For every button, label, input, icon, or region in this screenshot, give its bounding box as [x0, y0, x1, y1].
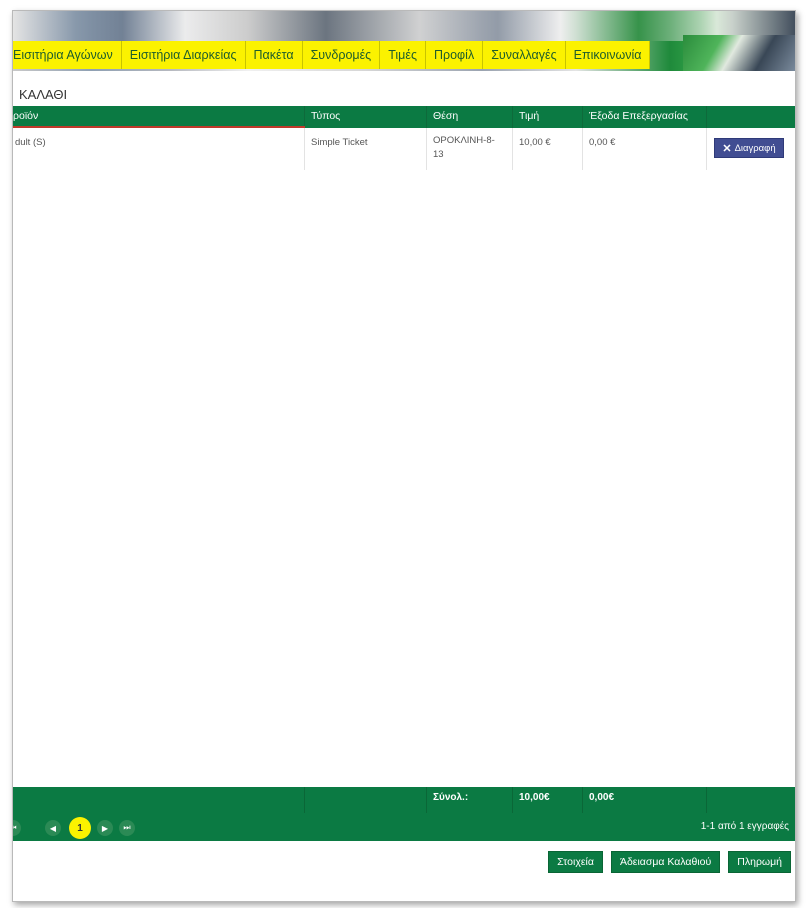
- cell-price: 10,00 €: [513, 128, 583, 170]
- column-header-seat[interactable]: Θέση: [427, 106, 513, 128]
- nav-item-prices[interactable]: Τιμές: [380, 41, 426, 69]
- cell-type: Simple Ticket: [305, 128, 427, 170]
- column-header-product[interactable]: ροϊόν: [13, 106, 305, 128]
- column-header-type[interactable]: Τύπος: [305, 106, 427, 128]
- cart-actions: Στοιχεία Άδειασμα Καλαθιού Πληρωμή: [548, 851, 791, 873]
- pager-info: 1-1 από 1 εγγραφές: [700, 821, 789, 832]
- grid-footer-totals: Σύνολ.: 10,00€ 0,00€: [13, 787, 795, 813]
- cell-seat-line2: 13: [433, 149, 444, 160]
- current-page-button[interactable]: 1: [69, 817, 91, 839]
- column-header-fees[interactable]: Έξοδα Επεξεργασίας: [583, 106, 707, 128]
- nav-item-match-tickets[interactable]: Εισιτήρια Αγώνων: [13, 41, 122, 69]
- footer-sum-label: Σύνολ.:: [427, 787, 513, 813]
- details-button[interactable]: Στοιχεία: [548, 851, 603, 873]
- banner-photo: [683, 35, 795, 71]
- next-page-icon[interactable]: ▶: [97, 820, 113, 836]
- pager: ⏮ ◀ 1 ▶ ⏭ 1-1 από 1 εγγραφές: [13, 813, 795, 841]
- footer-empty-cell: [13, 787, 305, 813]
- nav-item-season-tickets[interactable]: Εισιτήρια Διαρκείας: [122, 41, 246, 69]
- page-title: ΚΑΛΑΘΙ: [19, 87, 68, 102]
- column-header-price[interactable]: Τιμή: [513, 106, 583, 128]
- footer-sum-fees: 0,00€: [583, 787, 707, 813]
- cell-product: dult (S): [13, 128, 305, 170]
- delete-button-label: Διαγραφή: [734, 142, 776, 154]
- last-page-icon[interactable]: ⏭: [119, 820, 135, 836]
- column-header-actions: [707, 106, 795, 128]
- table-row: dult (S) Simple Ticket ΟΡΟΚΛΙΝΗ-8- 13 10…: [13, 128, 795, 170]
- cell-fees: 0,00 €: [583, 128, 707, 170]
- nav-item-subscriptions[interactable]: Συνδρομές: [303, 41, 381, 69]
- close-icon: ✕: [722, 142, 732, 155]
- nav-item-packages[interactable]: Πακέτα: [246, 41, 303, 69]
- footer-empty-cell-2: [305, 787, 427, 813]
- empty-cart-button[interactable]: Άδειασμα Καλαθιού: [610, 851, 721, 873]
- main-nav: Εισιτήρια Αγώνων Εισιτήρια Διαρκείας Πακ…: [13, 41, 651, 69]
- footer-sum-price: 10,00€: [513, 787, 583, 813]
- grid-header: ροϊόν Τύπος Θέση Τιμή Έξοδα Επεξεργασίας: [13, 106, 795, 128]
- nav-item-contact[interactable]: Επικοινωνία: [566, 41, 651, 69]
- prev-page-icon[interactable]: ◀: [45, 820, 61, 836]
- nav-item-transactions[interactable]: Συναλλαγές: [483, 41, 566, 69]
- delete-button[interactable]: ✕ Διαγραφή: [714, 138, 784, 158]
- header-banner: Εισιτήρια Αγώνων Εισιτήρια Διαρκείας Πακ…: [13, 11, 795, 71]
- browser-frame: Εισιτήρια Αγώνων Εισιτήρια Διαρκείας Πακ…: [12, 10, 796, 902]
- banner-image: [13, 11, 795, 41]
- cell-seat: ΟΡΟΚΛΙΝΗ-8- 13: [427, 128, 513, 170]
- first-page-icon[interactable]: ⏮: [13, 820, 21, 836]
- pay-button[interactable]: Πληρωμή: [728, 851, 791, 873]
- nav-item-profile[interactable]: Προφίλ: [426, 41, 484, 69]
- cell-seat-line1: ΟΡΟΚΛΙΝΗ-8-: [433, 135, 495, 146]
